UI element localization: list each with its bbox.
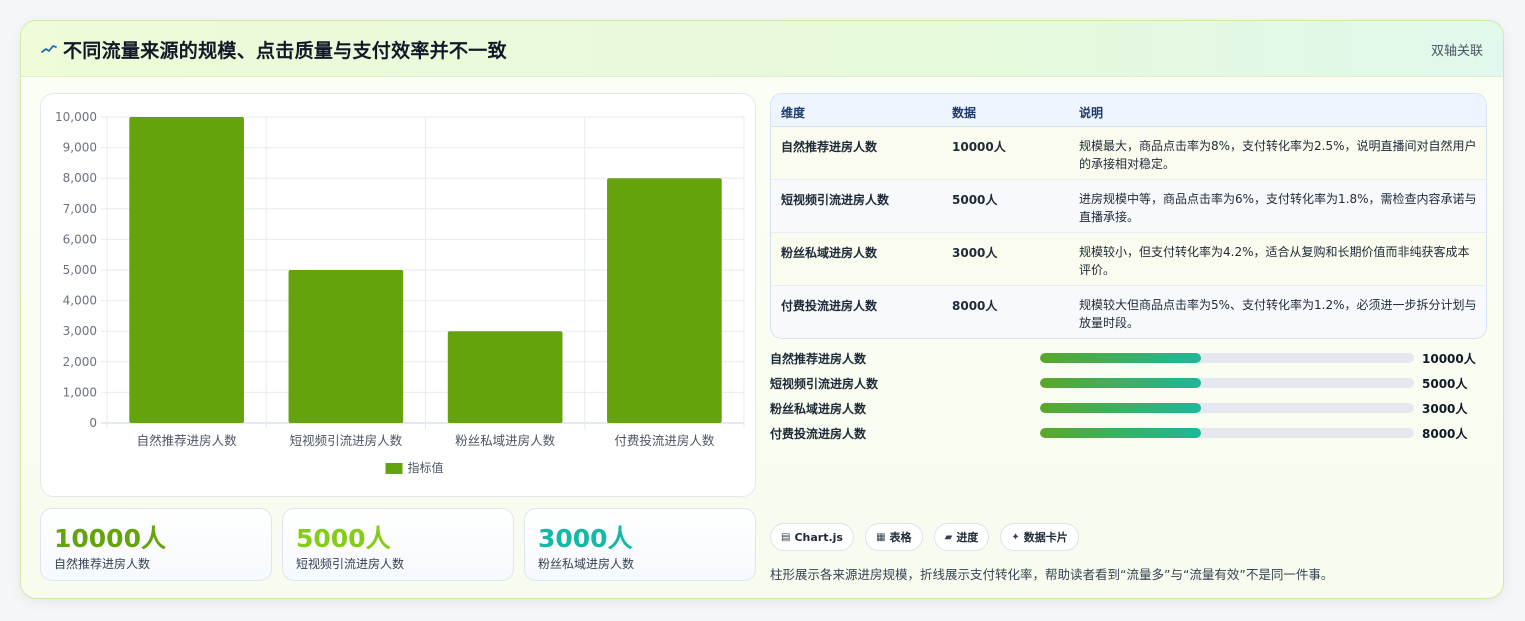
- progress-row: 自然推荐进房人数 10000人: [770, 348, 1487, 373]
- chip-chartjs[interactable]: ▤ Chart.js: [770, 523, 854, 551]
- chip-label: 进度: [956, 531, 979, 544]
- kpi-value: 3000人: [538, 524, 633, 553]
- progress-fill: [1040, 353, 1201, 363]
- column-header-dimension: 维度: [781, 106, 806, 120]
- bar: [288, 270, 404, 423]
- progress-label: 付费投流进房人数: [770, 427, 867, 441]
- cell-note: 规模最大，商品点击率为8%，支付转化率为2.5%，说明直播间对自然用户的承接相对…: [1079, 139, 1477, 171]
- chip-label: Chart.js: [794, 530, 843, 544]
- bar: [129, 117, 244, 423]
- chip-label: 数据卡片: [1023, 531, 1068, 544]
- y-tick-label: 4,000: [63, 294, 97, 308]
- footnote: 柱形展示各来源进房规模，折线展示支付转化率，帮助读者看到“流量多”与“流量有效”…: [770, 567, 1334, 582]
- sparkle-icon: ✦: [1011, 531, 1020, 543]
- y-tick-label: 5,000: [63, 263, 97, 277]
- progress-label: 自然推荐进房人数: [770, 352, 867, 366]
- y-tick-label: 2,000: [63, 355, 97, 369]
- cell-dimension: 粉丝私域进房人数: [781, 246, 878, 260]
- legend-label: 指标值: [408, 460, 444, 475]
- progress-track: [1040, 428, 1414, 438]
- legend-swatch: [385, 463, 403, 474]
- chart-card: 不同流量来源的规模、点击质量与支付效率并不一致 双轴关联 0 1,000 2,000…: [20, 20, 1504, 599]
- progress-value: 10000人: [1422, 352, 1476, 366]
- trend-icon: [41, 45, 57, 53]
- kpi-label: 粉丝私域进房人数: [538, 557, 635, 571]
- cell-dimension: 付费投流进房人数: [781, 299, 878, 313]
- x-tick-label: 自然推荐进房人数: [137, 433, 238, 448]
- bar-chart-panel: 0 1,000 2,000 3,000 4,000 5,000 6,000 7,000 8,00…: [40, 93, 756, 497]
- cell-dimension: 自然推荐进房人数: [781, 140, 878, 154]
- kpi-card: 3000人 粉丝私域进房人数: [524, 508, 756, 581]
- y-tick-label: 3,000: [63, 324, 97, 338]
- progress-fill: [1040, 378, 1201, 388]
- x-tick-label: 付费投流进房人数: [614, 433, 715, 448]
- progress-row: 短视频引流进房人数 5000人: [770, 373, 1487, 398]
- table-row: 短视频引流进房人数 5000人 进房规模中等，商品点击率为6%，支付转化率为1.…: [771, 180, 1486, 233]
- progress-label: 短视频引流进房人数: [770, 377, 879, 391]
- progress-list: 自然推荐进房人数 10000人 短视频引流进房人数 5000人 粉丝私域进房人数…: [770, 348, 1487, 448]
- progress-row: 付费投流进房人数 8000人: [770, 423, 1487, 448]
- tech-chips: ▤ Chart.js ▦ 表格 ▰ 进度 ✦ 数据卡片: [770, 523, 1085, 551]
- progress-track: [1040, 353, 1414, 363]
- cell-value: 3000人: [952, 246, 998, 260]
- bar: [447, 331, 563, 423]
- x-tick-label: 短视频引流进房人数: [290, 433, 403, 448]
- progress-fill: [1040, 428, 1201, 438]
- y-tick-label: 8,000: [63, 171, 97, 185]
- data-table: 维度 数据 说明 自然推荐进房人数 10000人 规模最大，商品点击率为8%，支…: [770, 93, 1487, 339]
- chip-table[interactable]: ▦ 表格: [865, 523, 923, 551]
- cell-note: 规模较大但商品点击率为5%、支付转化率为1.2%，必须进一步拆分计划与放量时段。: [1079, 298, 1477, 330]
- progress-row: 粉丝私域进房人数 3000人: [770, 398, 1487, 423]
- y-tick-label: 7,000: [63, 202, 97, 216]
- kpi-card: 10000人 自然推荐进房人数: [40, 508, 272, 581]
- chip-data-card[interactable]: ✦ 数据卡片: [1000, 523, 1079, 551]
- kpi-card: 5000人 短视频引流进房人数: [282, 508, 514, 581]
- chart-icon: ▤: [781, 531, 791, 543]
- y-tick-label: 10,000: [55, 110, 97, 124]
- y-tick-label: 1,000: [63, 385, 97, 399]
- progress-value: 5000人: [1422, 377, 1468, 391]
- cell-dimension: 短视频引流进房人数: [781, 193, 890, 207]
- column-header-note: 说明: [1079, 106, 1104, 120]
- table-icon: ▦: [876, 531, 886, 543]
- table-header: 维度 数据 说明: [771, 94, 1486, 127]
- progress-value: 8000人: [1422, 427, 1468, 441]
- header-tag: 双轴关联: [1430, 44, 1483, 59]
- kpi-value: 5000人: [296, 524, 391, 553]
- cell-value: 8000人: [952, 299, 998, 313]
- table-row: 付费投流进房人数 8000人 规模较大但商品点击率为5%、支付转化率为1.2%，…: [771, 286, 1486, 338]
- progress-track: [1040, 378, 1414, 388]
- cell-note: 规模较小，但支付转化率为4.2%，适合从复购和长期价值而非纯获客成本评价。: [1079, 245, 1470, 277]
- chip-progress[interactable]: ▰ 进度: [933, 523, 990, 551]
- y-tick-label: 0: [89, 416, 97, 430]
- bar-chart: 0 1,000 2,000 3,000 4,000 5,000 6,000 7,000 8,00…: [55, 110, 745, 475]
- cell-value: 5000人: [952, 193, 998, 207]
- kpi-value: 10000人: [54, 524, 166, 553]
- progress-value: 3000人: [1422, 402, 1468, 416]
- cell-value: 10000人: [952, 140, 1006, 154]
- progress-fill: [1040, 403, 1201, 413]
- y-tick-label: 6,000: [63, 232, 97, 246]
- kpi-label: 短视频引流进房人数: [296, 557, 405, 571]
- table-row: 自然推荐进房人数 10000人 规模最大，商品点击率为8%，支付转化率为2.5%…: [771, 127, 1486, 180]
- chip-label: 表格: [889, 531, 912, 544]
- cell-note: 进房规模中等，商品点击率为6%，支付转化率为1.8%，需检查内容承诺与直播承接。: [1079, 192, 1477, 224]
- progress-label: 粉丝私域进房人数: [770, 402, 867, 416]
- card-header: 不同流量来源的规模、点击质量与支付效率并不一致 双轴关联: [21, 21, 1503, 77]
- table-row: 粉丝私域进房人数 3000人 规模较小，但支付转化率为4.2%，适合从复购和长期…: [771, 233, 1486, 286]
- progress-track: [1040, 403, 1414, 413]
- y-tick-label: 9,000: [63, 141, 97, 155]
- kpi-label: 自然推荐进房人数: [54, 557, 151, 571]
- column-header-data: 数据: [952, 106, 977, 120]
- page-title: 不同流量来源的规模、点击质量与支付效率并不一致: [63, 40, 507, 62]
- progress-icon: ▰: [944, 531, 953, 543]
- x-tick-label: 粉丝私域进房人数: [455, 433, 556, 448]
- bar: [607, 178, 722, 423]
